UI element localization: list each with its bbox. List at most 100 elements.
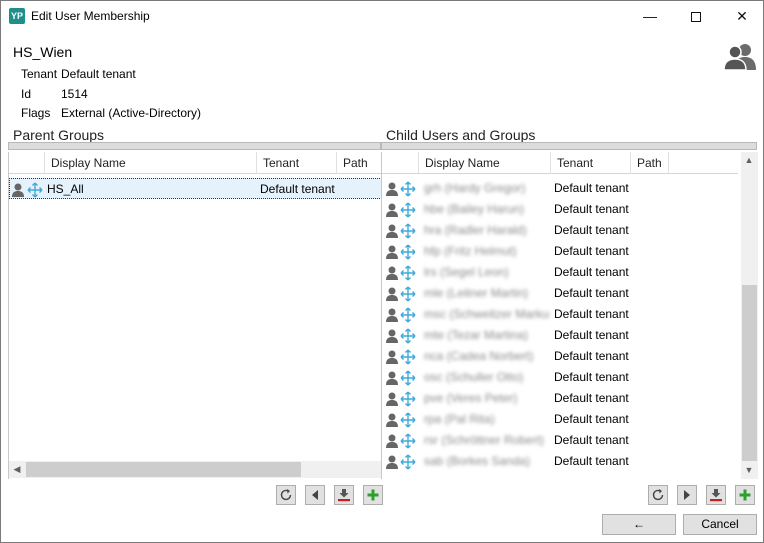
cancel-button[interactable]: Cancel [683,514,757,535]
parent-icon-column-header[interactable] [9,152,45,174]
child-row-tenant: Default tenant [554,412,629,426]
link-icon [400,412,416,428]
child-icon-column-header[interactable] [382,152,419,174]
child-column-display-name[interactable]: Display Name [419,152,551,174]
child-row-name: msc (Schweitzer Markus) [424,307,550,321]
move-left-button[interactable] [305,485,325,505]
user-icon [386,350,398,364]
user-icon [386,455,398,469]
id-label: Id [21,87,32,101]
link-icon [27,182,43,198]
child-row-name: osc (Schuller Otto) [424,370,524,384]
user-icon [386,224,398,238]
close-button[interactable]: ✕ [719,1,763,31]
users-group-icon [723,44,756,71]
tenant-value: Default tenant [61,67,136,81]
user-icon [386,434,398,448]
add-parent-button[interactable] [363,485,383,505]
add-child-button[interactable] [735,485,755,505]
table-row[interactable]: hra (Radler Harald) Default tenant [382,220,738,241]
child-row-tenant: Default tenant [554,265,629,279]
table-row[interactable]: mle (Leitner Martin) Default tenant [382,283,738,304]
parent-column-tenant[interactable]: Tenant [257,152,337,174]
child-groups-splitter[interactable] [381,142,757,150]
child-row-name: rsr (Schröttner Robert) [424,433,545,447]
scroll-up-icon[interactable]: ▲ [741,152,757,168]
child-vertical-scrollbar[interactable]: ▲ ▼ [741,152,758,479]
child-row-tenant: Default tenant [554,454,629,468]
minimize-button[interactable]: — [627,1,673,31]
back-arrow-icon: ← [633,517,645,531]
child-column-tenant[interactable]: Tenant [551,152,631,174]
link-icon [400,223,416,239]
table-row[interactable]: hbe (Bailey Harun) Default tenant [382,199,738,220]
link-icon [400,349,416,365]
table-row[interactable]: HS_All Default tenant [9,178,382,199]
user-icon [386,308,398,322]
scroll-left-icon[interactable]: ◀ [9,461,25,477]
child-row-name: nca (Cadea Norbert) [424,349,534,363]
table-row[interactable]: grh (Hardy Gregor) Default tenant [382,178,738,199]
child-row-tenant: Default tenant [554,433,629,447]
child-row-name: hra (Radler Harald) [424,223,527,237]
child-row-name: rpa (Pal Rita) [424,412,495,426]
id-value: 1514 [61,87,88,101]
parent-grid-header: Display Name Tenant Path [9,152,382,174]
child-row-name: sab (Borkes Sanda) [424,454,531,468]
add-icon [739,489,751,501]
child-grid-header: Display Name Tenant Path [382,152,738,174]
child-row-tenant: Default tenant [554,181,629,195]
refresh-icon [280,489,292,501]
scrollbar-thumb[interactable] [742,285,757,461]
child-row-name: hfp (Fritz Helmut) [424,244,517,258]
refresh-parent-button[interactable] [276,485,296,505]
child-row-name: grh (Hardy Gregor) [424,181,526,195]
table-row[interactable]: msc (Schweitzer Markus) Default tenant [382,304,738,325]
table-row[interactable]: mte (Tezar Martina) Default tenant [382,325,738,346]
scrollbar-thumb[interactable] [26,462,301,477]
child-row-name: pve (Veres Peter) [424,391,518,405]
user-icon [386,392,398,406]
move-right-button[interactable] [677,485,697,505]
edit-user-membership-window: YP Edit User Membership — ✕ HS_Wien Tena… [0,0,764,543]
scroll-down-icon[interactable]: ▼ [741,462,757,478]
child-row-tenant: Default tenant [554,202,629,216]
child-users-grid: Display Name Tenant Path grh (Hardy Greg… [381,152,758,479]
table-row[interactable]: rpa (Pal Rita) Default tenant [382,409,738,430]
remove-parent-button[interactable] [334,485,354,505]
link-icon [400,328,416,344]
table-row[interactable]: osc (Schuller Otto) Default tenant [382,367,738,388]
refresh-icon [652,489,664,501]
table-row[interactable]: pve (Veres Peter) Default tenant [382,388,738,409]
child-row-name: mte (Tezar Martina) [424,328,529,342]
child-column-path[interactable]: Path [631,152,669,174]
user-icon [386,203,398,217]
maximize-button[interactable] [673,1,719,31]
parent-groups-splitter[interactable] [8,142,381,150]
arrow-left-icon [312,490,318,500]
flags-value: External (Active-Directory) [61,106,202,120]
table-row[interactable]: nca (Cadea Norbert) Default tenant [382,346,738,367]
parent-column-display-name[interactable]: Display Name [45,152,257,174]
user-icon [386,413,398,427]
table-row[interactable]: hfp (Fritz Helmut) Default tenant [382,241,738,262]
back-button[interactable]: ← [602,514,676,535]
user-icon [386,371,398,385]
parent-horizontal-scrollbar[interactable]: ◀ [9,461,382,478]
table-row[interactable]: lrs (Segel Leon) Default tenant [382,262,738,283]
parent-column-path[interactable]: Path [337,152,382,174]
child-row-tenant: Default tenant [554,307,629,321]
table-row[interactable]: sab (Borkes Sanda) Default tenant [382,451,738,472]
remove-icon [710,489,722,502]
link-icon [400,307,416,323]
parent-row-name: HS_All [47,182,84,196]
link-icon [400,286,416,302]
user-icon [386,245,398,259]
remove-child-button[interactable] [706,485,726,505]
user-icon [386,266,398,280]
refresh-child-button[interactable] [648,485,668,505]
child-row-tenant: Default tenant [554,391,629,405]
parent-groups-title: Parent Groups [13,127,105,143]
app-logo-icon: YP [9,8,25,24]
table-row[interactable]: rsr (Schröttner Robert) Default tenant [382,430,738,451]
